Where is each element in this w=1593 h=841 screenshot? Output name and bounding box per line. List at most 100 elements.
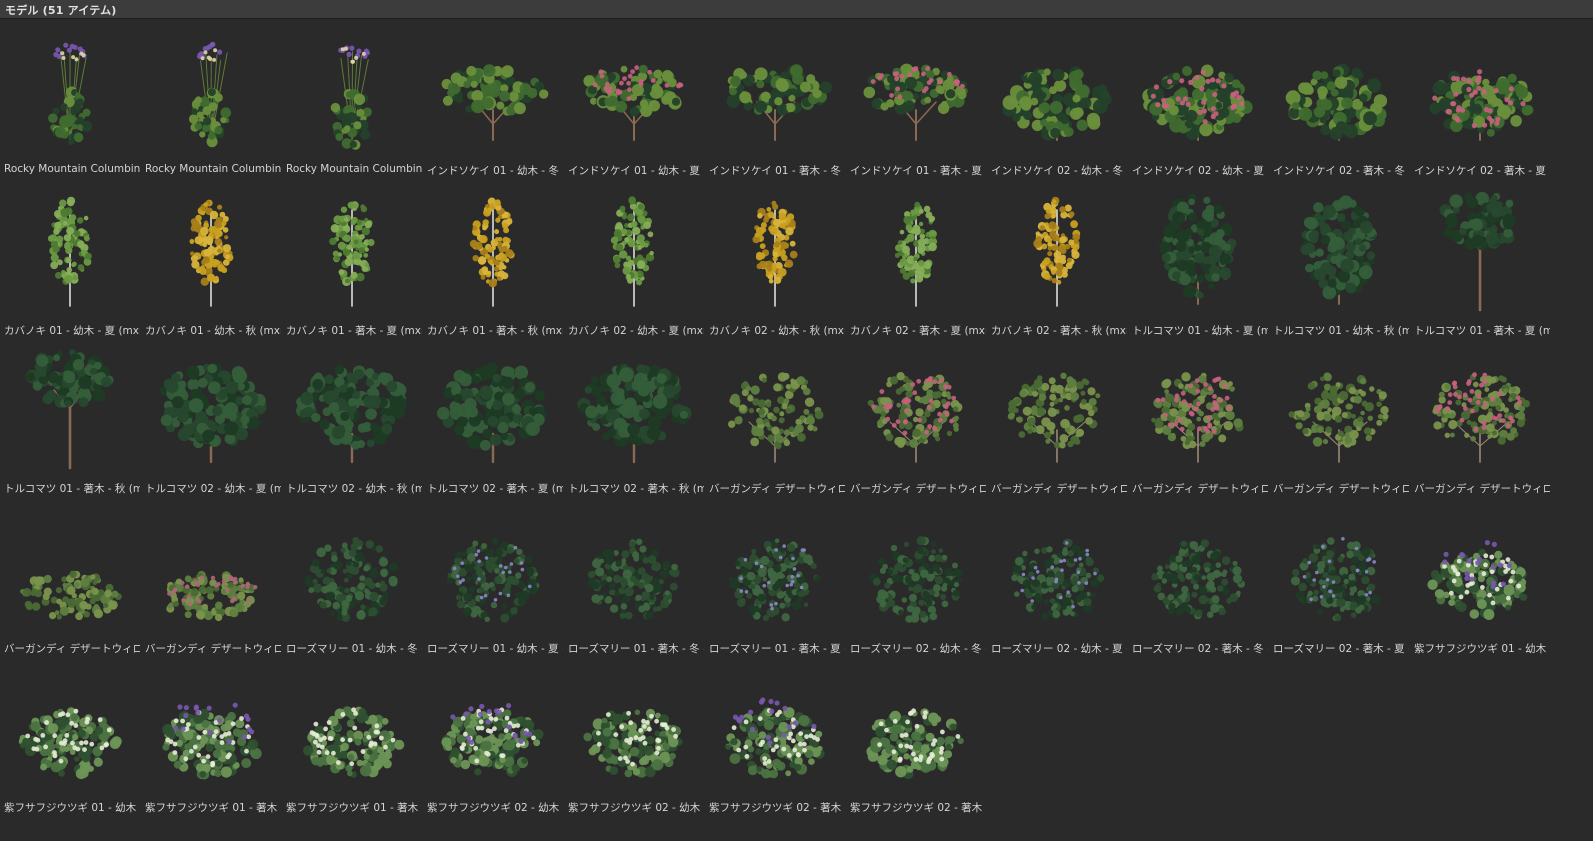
model-item[interactable]: 紫フサフジウツギ 01 - 幼木 - ... [1410,498,1551,658]
model-item[interactable]: インドソケイ 02 - 著木 - 夏 (... [1410,20,1551,180]
model-item-label: ローズマリー 02 - 幼木 - 夏 (... [991,643,1127,655]
model-item[interactable]: Rocky Mountain Columbin... [141,20,282,180]
model-item[interactable]: カバノキ 01 - 幼木 - 秋 (mxn... [141,180,282,340]
low-shrub-icon [166,570,258,622]
model-item-label: バーガンディ デザートウィロー 02... [1414,483,1550,495]
model-item[interactable]: バーガンディ デザートウィロー 01... [987,338,1128,498]
model-item[interactable]: カバノキ 02 - 幼木 - 秋 (mxn... [705,180,846,340]
dome-tree-icon [1142,64,1253,141]
model-item[interactable]: カバノキ 01 - 著木 - 秋 (mxn... [423,180,564,340]
model-item[interactable]: トルコマツ 01 - 著木 - 夏 (m... [1410,180,1551,340]
model-thumbnail [423,657,564,797]
model-thumbnail [0,20,141,160]
model-item[interactable]: カバノキ 01 - 著木 - 夏 (mxn... [282,180,423,340]
model-item[interactable]: バーガンディ デザートウィロー 02... [1410,338,1551,498]
model-item[interactable]: 紫フサフジウツギ 01 - 著木 - ... [141,657,282,817]
model-thumbnail [1128,498,1269,638]
model-item[interactable]: バーガンディ デザートウィロー 01... [846,338,987,498]
model-item[interactable]: 紫フサフジウツギ 02 - 幼木 - ... [564,657,705,817]
butterfly-bush-icon [1427,540,1528,620]
model-item[interactable]: バーガンディ デザートウィロー 01... [705,338,846,498]
rosemary-bush-icon [1290,537,1381,622]
model-item[interactable]: ローズマリー 01 - 著木 - 冬 (... [564,498,705,658]
model-item-label: ローズマリー 02 - 著木 - 夏 (... [1273,643,1409,655]
bushy-tree-icon [577,363,692,464]
model-thumbnail [705,20,846,160]
model-item[interactable]: Rocky Mountain Columbin... [282,20,423,180]
willow-shrub-icon [1432,372,1530,463]
model-item[interactable]: トルコマツ 01 - 幼木 - 夏 (m... [1128,180,1269,340]
model-item[interactable]: ローズマリー 01 - 幼木 - 冬 (... [282,498,423,658]
model-item[interactable]: インドソケイ 02 - 幼木 - 夏 (... [1128,20,1269,180]
model-item[interactable]: インドソケイ 01 - 幼木 - 冬 (... [423,20,564,180]
model-item-label: インドソケイ 01 - 著木 - 冬 (... [709,165,845,177]
model-item[interactable]: ローズマリー 01 - 著木 - 夏 (... [705,498,846,658]
model-item[interactable]: インドソケイ 01 - 著木 - 冬 (... [705,20,846,180]
model-thumbnail [0,498,141,638]
model-item[interactable]: ローズマリー 02 - 著木 - 夏 (... [1269,498,1410,658]
model-item[interactable]: ローズマリー 02 - 著木 - 冬 (... [1128,498,1269,658]
model-item[interactable]: Rocky Mountain Columbin... [0,20,141,180]
model-thumbnail [705,338,846,478]
model-thumbnail [987,498,1128,638]
rosemary-bush-icon [869,536,963,623]
model-item-label: インドソケイ 02 - 幼木 - 冬 (... [991,165,1127,177]
model-item[interactable]: カバノキ 02 - 幼木 - 夏 (mxn... [564,180,705,340]
model-item[interactable]: カバノキ 02 - 著木 - 秋 (mxn... [987,180,1128,340]
model-item[interactable]: 紫フサフジウツギ 02 - 著木 - ... [846,657,987,817]
model-item[interactable]: バーガンディ デザートウィロー 02... [1269,338,1410,498]
model-thumbnail [423,498,564,638]
model-item[interactable]: インドソケイ 02 - 幼木 - 冬 (... [987,20,1128,180]
model-item-label: ローズマリー 01 - 幼木 - 冬 (... [286,643,422,655]
model-item[interactable]: トルコマツ 02 - 幼木 - 夏 (m... [141,338,282,498]
model-item[interactable]: インドソケイ 01 - 著木 - 夏 (... [846,20,987,180]
model-item[interactable]: バーガンディ デザートウィロー 02... [141,498,282,658]
model-item-label: トルコマツ 02 - 幼木 - 秋 (m... [286,483,422,495]
model-item[interactable]: トルコマツ 02 - 著木 - 夏 (m... [423,338,564,498]
model-thumbnail [846,338,987,478]
model-item[interactable]: 紫フサフジウツギ 02 - 著木 - ... [705,657,846,817]
model-item-label: Rocky Mountain Columbin... [4,163,140,175]
model-item[interactable]: トルコマツ 01 - 幼木 - 秋 (m... [1269,180,1410,340]
model-thumbnail [1410,20,1551,160]
model-item-label: トルコマツ 01 - 幼木 - 夏 (m... [1132,325,1268,337]
model-item[interactable]: 紫フサフジウツギ 01 - 幼木 - ... [0,657,141,817]
birch-tree-icon [189,199,234,307]
model-thumbnail [1269,20,1410,160]
model-thumbnail [987,20,1128,160]
flowering-plant-icon [188,41,232,148]
model-thumbnail [846,20,987,160]
model-item[interactable]: カバノキ 01 - 幼木 - 夏 (mxn... [0,180,141,340]
spreading-tree-icon [726,64,833,141]
model-item[interactable]: ローズマリー 02 - 幼木 - 夏 (... [987,498,1128,658]
model-thumbnail [705,180,846,320]
model-thumbnail [564,20,705,160]
model-item[interactable]: カバノキ 02 - 著木 - 夏 (mxn... [846,180,987,340]
willow-shrub-icon [867,372,963,463]
model-item[interactable]: 紫フサフジウツギ 02 - 幼木 - ... [423,657,564,817]
model-item-label: インドソケイ 01 - 著木 - 夏 (... [850,165,986,177]
model-item[interactable]: インドソケイ 01 - 幼木 - 夏 (... [564,20,705,180]
spreading-tree-icon [863,63,968,141]
rosemary-bush-icon [587,538,680,620]
model-thumbnail [1410,180,1551,320]
model-item[interactable]: ローズマリー 02 - 幼木 - 冬 (... [846,498,987,658]
model-item-label: ローズマリー 01 - 著木 - 夏 (... [709,643,845,655]
model-item-label: 紫フサフジウツギ 02 - 幼木 - ... [568,802,704,814]
model-thumbnail [282,338,423,478]
model-item[interactable]: トルコマツ 01 - 著木 - 秋 (m... [0,338,141,498]
model-item[interactable]: バーガンディ デザートウィロー 02... [0,498,141,658]
model-thumbnail [282,20,423,160]
model-thumbnail [282,498,423,638]
model-item-label: バーガンディ デザートウィロー 02... [1273,483,1409,495]
model-item-label: カバノキ 01 - 幼木 - 秋 (mxn... [145,325,281,337]
model-item[interactable]: ローズマリー 01 - 幼木 - 夏 (... [423,498,564,658]
model-item[interactable]: トルコマツ 02 - 幼木 - 秋 (m... [282,338,423,498]
model-item[interactable]: インドソケイ 02 - 著木 - 冬 (... [1269,20,1410,180]
model-thumbnail [0,657,141,797]
model-item[interactable]: 紫フサフジウツギ 01 - 著木 - ... [282,657,423,817]
model-thumbnail [1128,180,1269,320]
model-item[interactable]: トルコマツ 02 - 著木 - 秋 (m... [564,338,705,498]
model-item[interactable]: バーガンディ デザートウィロー 01... [1128,338,1269,498]
model-item-label: カバノキ 01 - 幼木 - 夏 (mxn... [4,325,140,337]
